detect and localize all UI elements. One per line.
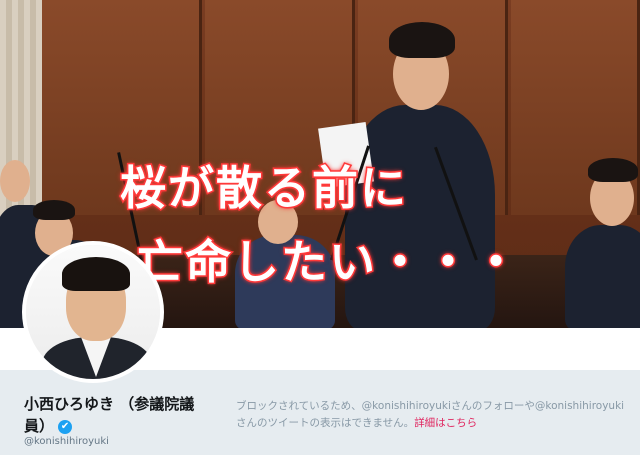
learn-more-link[interactable]: 詳細はこちら: [414, 417, 477, 429]
profile-name[interactable]: 小西ひろゆき （参議院議 員） ✔: [24, 393, 214, 437]
profile-name-line2: 員）: [24, 417, 55, 435]
profile-name-line1: 小西ひろゆき （参議院議: [24, 395, 195, 413]
banner-caption-line2: 亡命したい・・・: [136, 234, 521, 291]
blocked-notice: ブロックされているため、@konishihiroyukiさんのフォローや@kon…: [236, 398, 631, 432]
verified-badge-icon: ✔: [58, 419, 73, 434]
banner-caption-line1: 桜が散る前に: [119, 160, 408, 217]
avatar[interactable]: [22, 241, 164, 383]
profile-handle[interactable]: @konishihiroyuki: [24, 436, 109, 447]
profile-page: 桜が散る前に 亡命したい・・・ 小西ひろゆき （参議院議 員） ✔ @konish…: [0, 0, 640, 455]
